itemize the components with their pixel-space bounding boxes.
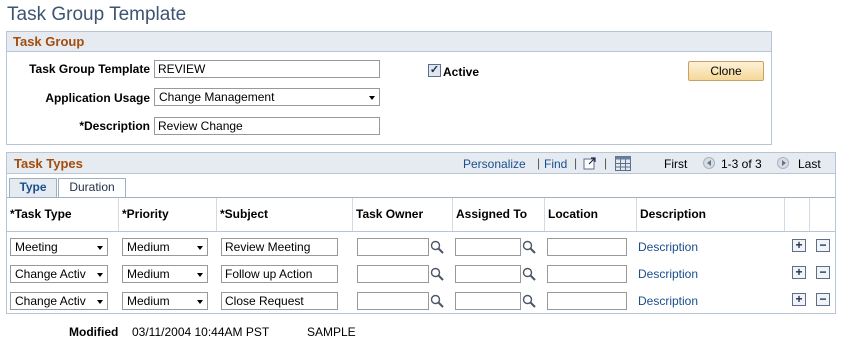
separator: | [604,156,608,170]
personalize-link[interactable]: Personalize [463,157,526,171]
modified-timestamp: 03/11/2004 10:44AM PST [132,325,270,339]
separator: | [574,156,578,170]
task-types-title: Task Types [14,156,83,171]
chevron-down-icon [97,246,103,250]
description-link[interactable]: Description [638,267,698,281]
next-row-icon[interactable] [777,157,789,169]
magnifier-icon[interactable] [522,294,536,308]
priority-value: Medium [127,294,170,308]
column-task-type: *Task Type [7,198,119,231]
task-type-dropdown[interactable]: Meeting [10,238,108,256]
chevron-down-icon [97,273,103,277]
zoom-window-icon[interactable] [583,156,597,170]
row-count: 1-3 of 3 [721,157,762,171]
magnifier-icon[interactable] [430,267,444,281]
column-location: Location [545,198,637,231]
column-header-row: *Task Type *Priority *Subject Task Owner… [7,198,835,232]
add-row-button[interactable]: + [792,293,806,306]
description-label: *Description [79,119,150,133]
grid-view-icon[interactable] [615,156,631,171]
column-task-owner: Task Owner [353,198,453,231]
subject-input[interactable]: Close Request [221,292,338,310]
column-delete [810,198,835,231]
task-type-value: Meeting [15,240,58,254]
chevron-down-icon [97,300,103,304]
first-label[interactable]: First [664,157,687,171]
location-input[interactable] [547,265,627,283]
delete-row-button[interactable]: − [816,239,830,252]
chevron-down-icon [197,246,203,250]
previous-row-icon[interactable] [703,157,715,169]
task-group-template-input[interactable]: REVIEW [154,60,380,78]
task-type-dropdown[interactable]: Change Activ [10,265,108,283]
separator: | [537,156,541,170]
application-usage-value: Change Management [159,90,275,104]
location-input[interactable] [547,238,627,256]
delete-row-button[interactable]: − [816,293,830,306]
find-link[interactable]: Find [544,157,567,171]
modified-label: Modified [69,325,119,339]
active-label: Active [443,65,480,79]
location-input[interactable] [547,292,627,310]
magnifier-icon[interactable] [522,267,536,281]
add-row-button[interactable]: + [792,239,806,252]
page-title: Task Group Template [7,4,187,25]
chevron-down-icon [197,300,203,304]
task-type-value: Change Activ [15,267,86,281]
priority-dropdown[interactable]: Medium [122,238,208,256]
priority-value: Medium [127,240,170,254]
assigned-to-input[interactable] [455,292,521,310]
application-usage-dropdown[interactable]: Change Management [154,88,380,106]
description-link[interactable]: Description [638,294,698,308]
description-input[interactable]: Review Change [154,117,380,135]
subject-input[interactable]: Review Meeting [221,238,338,256]
task-owner-input[interactable] [357,292,429,310]
task-owner-input[interactable] [357,238,429,256]
magnifier-icon[interactable] [430,240,444,254]
task-types-grid: Task Types Personalize | Find | | First … [6,152,836,314]
last-label[interactable]: Last [798,157,821,171]
task-type-dropdown[interactable]: Change Activ [10,292,108,310]
column-priority: *Priority [119,198,217,231]
task-group-header: Task Group [7,32,771,52]
chevron-down-icon [197,273,203,277]
column-description: Description [637,198,785,231]
add-row-button[interactable]: + [792,266,806,279]
task-types-header: Task Types Personalize | Find | | First … [7,153,835,174]
modified-user: SAMPLE [307,325,356,339]
priority-value: Medium [127,267,170,281]
magnifier-icon[interactable] [430,294,444,308]
tab-type[interactable]: Type [9,178,57,197]
priority-dropdown[interactable]: Medium [122,292,208,310]
clone-button[interactable]: Clone [688,61,764,81]
priority-dropdown[interactable]: Medium [122,265,208,283]
application-usage-label: Application Usage [45,91,150,105]
assigned-to-input[interactable] [455,238,521,256]
magnifier-icon[interactable] [522,240,536,254]
column-assigned-to: Assigned To [453,198,545,231]
active-checkbox[interactable]: ✓ [428,64,441,77]
task-type-value: Change Activ [15,294,86,308]
assigned-to-input[interactable] [455,265,521,283]
tab-duration[interactable]: Duration [58,178,126,197]
column-subject: *Subject [217,198,353,231]
delete-row-button[interactable]: − [816,266,830,279]
task-group-template-label: Task Group Template [29,62,150,76]
column-add [785,198,810,231]
task-owner-input[interactable] [357,265,429,283]
chevron-down-icon [369,96,375,100]
subject-input[interactable]: Follow up Action [221,265,338,283]
description-link[interactable]: Description [638,240,698,254]
